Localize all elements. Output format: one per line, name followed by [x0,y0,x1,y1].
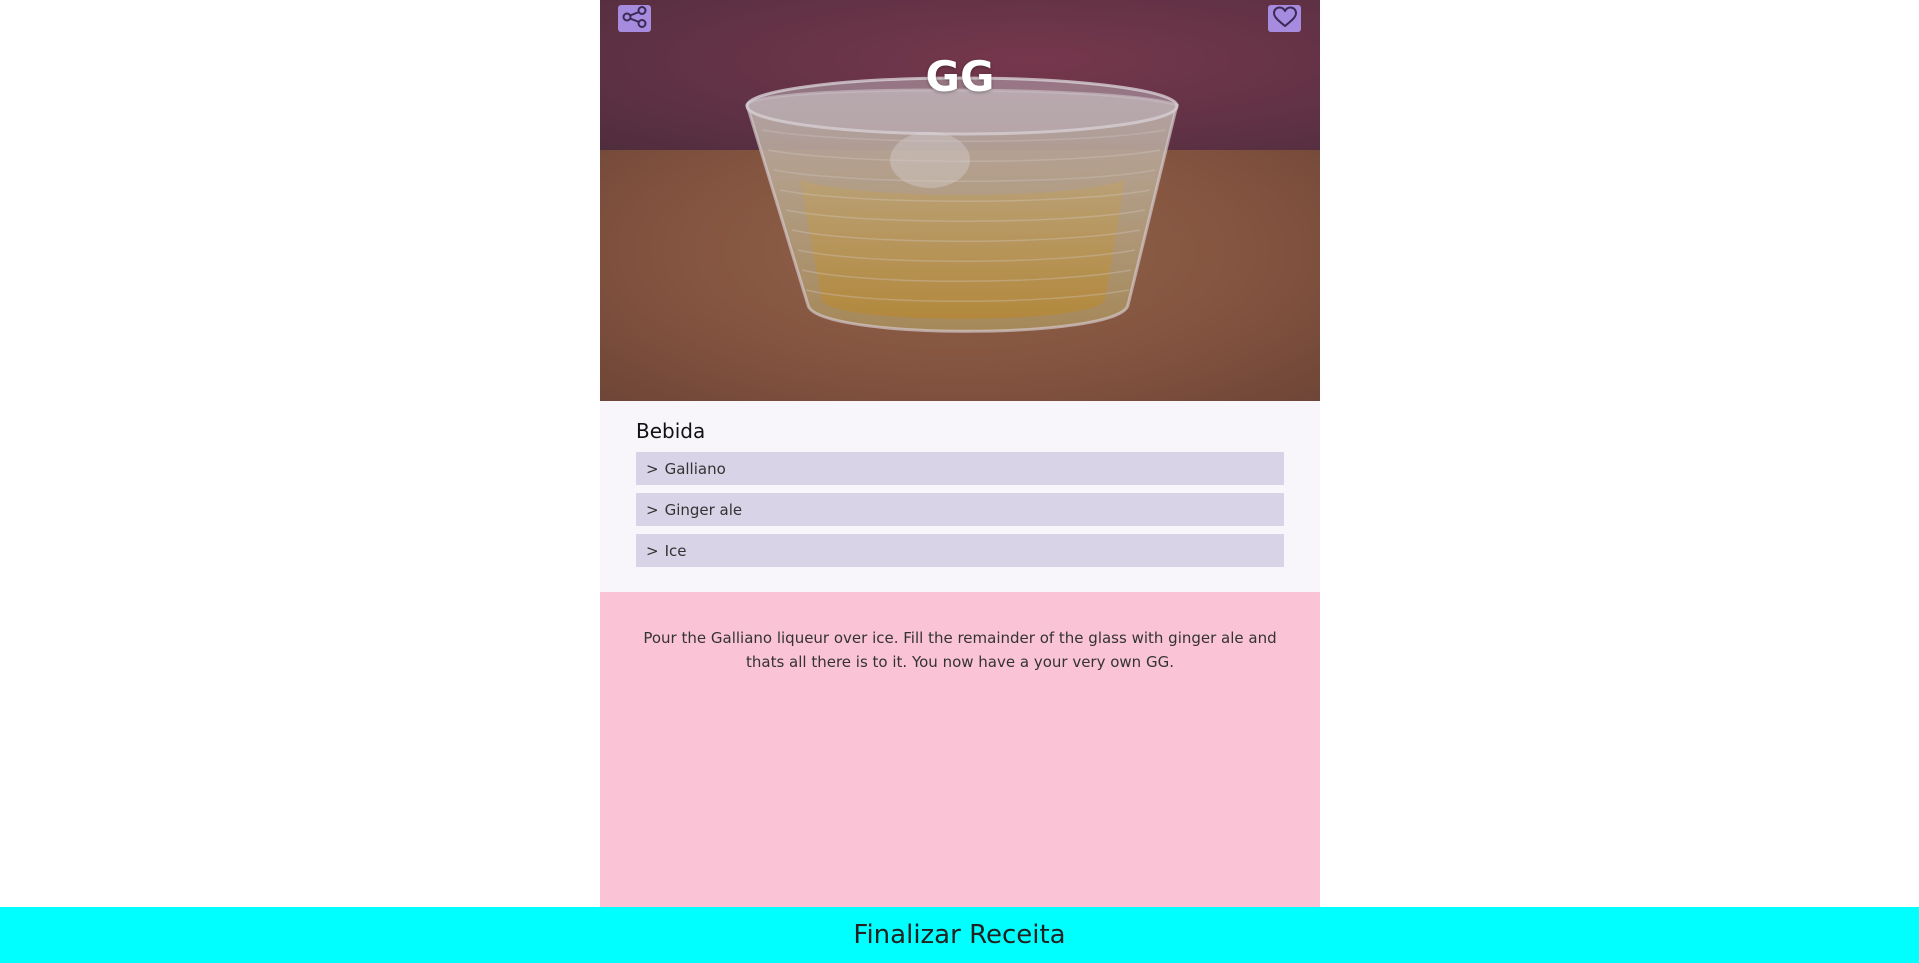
instructions-text: Pour the Galliano liqueur over ice. Fill… [643,629,1277,671]
ingredient-marker: > [646,541,659,560]
recipe-photo: GG [600,0,1320,401]
ingredient-item[interactable]: > Galliano [636,452,1284,485]
ingredient-item[interactable]: > Ginger ale [636,493,1284,526]
share-button[interactable] [618,5,651,32]
ingredient-label: Galliano [664,459,726,478]
ingredients-section: Bebida > Galliano > Ginger ale > Ice [600,401,1320,592]
favorite-button[interactable] [1268,5,1301,32]
recipe-category: Bebida [636,419,706,443]
ingredient-label: Ginger ale [664,500,743,519]
recipe-title: GG [925,52,995,101]
finish-recipe-button[interactable]: Finalizar Receita [0,907,1919,963]
ingredient-item[interactable]: > Ice [636,534,1284,567]
share-icon [622,6,648,31]
recipe-in-progress-page: GG Bebida > Galliano > Ginger ale > Ice … [600,0,1320,963]
heart-icon [1272,6,1298,31]
ingredient-marker: > [646,459,659,478]
ingredient-marker: > [646,500,659,519]
ingredient-label: Ice [664,541,687,560]
